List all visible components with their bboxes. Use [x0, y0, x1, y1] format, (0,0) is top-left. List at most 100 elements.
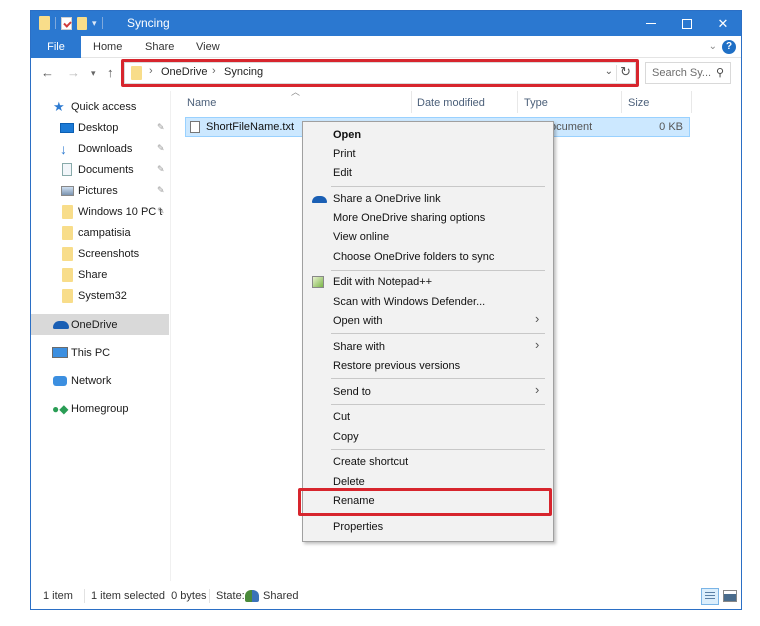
maximize-button[interactable] — [669, 11, 705, 36]
onedrive-cloud-icon — [53, 320, 69, 329]
new-folder-icon[interactable] — [77, 16, 87, 30]
navigation-pane: ★ Quick access Desktop ✎ ↓ Downloads ✎ D… — [31, 91, 171, 581]
sidebar-item-label: Downloads — [78, 142, 133, 155]
menu-separator — [331, 270, 545, 271]
sidebar-item-label: Network — [71, 374, 112, 387]
quick-access-toolbar: ▾ — [39, 16, 103, 30]
tab-home[interactable]: Home — [93, 36, 122, 58]
ribbon-tabs: File Home Share View ⌄ ? — [31, 36, 741, 58]
pin-icon[interactable]: ✎ — [157, 143, 165, 154]
menu-item-cut[interactable]: Cut — [333, 408, 543, 426]
search-input[interactable]: Search Sy... ⚲ — [645, 62, 731, 84]
pin-icon[interactable]: ✎ — [157, 164, 165, 175]
menu-item-open-with[interactable]: Open with — [333, 312, 543, 330]
expand-ribbon-icon[interactable]: ⌄ — [709, 41, 717, 52]
sidebar-item-campatisia[interactable]: campatisia — [31, 222, 169, 243]
folder-icon — [62, 246, 73, 261]
status-bar: 1 item 1 item selected 0 bytes State: Sh… — [31, 585, 741, 609]
menu-item-properties[interactable]: Properties — [333, 518, 543, 536]
sidebar-item-this-pc[interactable]: This PC — [31, 342, 169, 363]
column-divider[interactable] — [517, 91, 518, 113]
help-icon[interactable]: ? — [722, 40, 736, 54]
refresh-icon[interactable]: ↻ — [620, 64, 631, 80]
menu-item-share-with[interactable]: Share with — [333, 338, 543, 356]
network-icon — [53, 375, 67, 386]
divider — [616, 65, 617, 81]
sidebar-item-onedrive[interactable]: OneDrive — [31, 314, 169, 335]
pin-icon[interactable]: ✎ — [157, 185, 165, 196]
column-header-size[interactable]: Size — [628, 93, 649, 113]
breadcrumb-onedrive[interactable]: OneDrive — [161, 66, 207, 78]
column-header-type[interactable]: Type — [524, 93, 548, 113]
sidebar-item-label: System32 — [78, 289, 127, 302]
customize-toolbar-icon[interactable]: ▾ — [92, 18, 97, 29]
sidebar-item-system32[interactable]: System32 — [31, 285, 169, 306]
star-icon: ★ — [53, 98, 65, 114]
sidebar-item-pictures[interactable]: Pictures ✎ — [31, 180, 169, 201]
properties-icon[interactable] — [61, 16, 72, 30]
sidebar-item-documents[interactable]: Documents ✎ — [31, 159, 169, 180]
sidebar-item-windows-10-pc[interactable]: Windows 10 PC t ✎ — [31, 201, 169, 222]
sync-folder-icon — [62, 204, 73, 219]
divider — [55, 17, 56, 29]
navigation-bar: ← → ▾ ↑ › OneDrive › Syncing ⌄ ↻ Search … — [31, 59, 741, 87]
menu-separator — [331, 186, 545, 187]
recent-locations-icon[interactable]: ▾ — [91, 68, 96, 79]
sidebar-item-label: Screenshots — [78, 247, 140, 260]
back-button[interactable]: ← — [41, 65, 54, 80]
menu-item-open[interactable]: Open — [333, 126, 543, 144]
large-icons-view-button[interactable] — [723, 590, 737, 602]
menu-item-create-shortcut[interactable]: Create shortcut — [333, 453, 543, 471]
sidebar-item-label: OneDrive — [71, 318, 118, 331]
sidebar-item-screenshots[interactable]: Screenshots — [31, 243, 169, 264]
pin-icon[interactable]: ✎ — [157, 122, 165, 133]
tab-view[interactable]: View — [196, 36, 220, 58]
details-view-button[interactable] — [701, 588, 719, 605]
close-icon: ✕ — [717, 15, 729, 31]
notepad-plus-plus-icon — [312, 276, 324, 288]
search-icon[interactable]: ⚲ — [716, 66, 724, 79]
sidebar-item-label: Homegroup — [71, 402, 129, 415]
column-divider[interactable] — [411, 91, 412, 113]
menu-item-view-online[interactable]: View online — [333, 228, 543, 246]
menu-item-choose-onedrive-folders[interactable]: Choose OneDrive folders to sync — [333, 248, 543, 266]
breadcrumb-syncing[interactable]: Syncing — [224, 66, 263, 78]
download-icon: ↓ — [60, 140, 67, 157]
menu-item-edit-with-notepadpp[interactable]: Edit with Notepad++ — [333, 273, 543, 291]
menu-item-scan-windows-defender[interactable]: Scan with Windows Defender... — [333, 293, 543, 311]
column-header-date-modified[interactable]: Date modified — [417, 93, 485, 113]
file-size: 0 KB — [659, 121, 683, 133]
up-button[interactable]: ↑ — [107, 65, 114, 80]
forward-button[interactable]: → — [67, 65, 80, 80]
menu-item-restore-previous-versions[interactable]: Restore previous versions — [333, 357, 543, 375]
tab-file[interactable]: File — [31, 36, 81, 58]
close-button[interactable]: ✕ — [705, 11, 741, 36]
column-divider[interactable] — [691, 91, 692, 113]
menu-item-copy[interactable]: Copy — [333, 428, 543, 446]
sidebar-item-homegroup[interactable]: ●◆ Homegroup — [31, 398, 169, 419]
sidebar-item-share[interactable]: Share — [31, 264, 169, 285]
tab-share[interactable]: Share — [145, 36, 174, 58]
menu-item-print[interactable]: Print — [333, 145, 543, 163]
menu-item-edit[interactable]: Edit — [333, 164, 543, 182]
menu-item-send-to[interactable]: Send to — [333, 383, 543, 401]
minimize-button[interactable] — [633, 11, 669, 36]
sidebar-item-network[interactable]: Network — [31, 370, 169, 391]
menu-separator — [331, 378, 545, 379]
sidebar-item-label: This PC — [71, 346, 111, 359]
menu-item-more-onedrive-sharing[interactable]: More OneDrive sharing options — [333, 209, 543, 227]
sort-ascending-icon: ︿ — [291, 87, 301, 97]
column-divider[interactable] — [621, 91, 622, 113]
item-count: 1 item — [43, 590, 73, 602]
column-header-name[interactable]: Name — [187, 93, 216, 113]
menu-separator — [331, 514, 545, 515]
address-bar[interactable]: › OneDrive › Syncing ⌄ ↻ — [124, 62, 636, 84]
address-dropdown-icon[interactable]: ⌄ — [605, 66, 613, 77]
sidebar-item-quick-access[interactable]: ★ Quick access — [31, 96, 169, 117]
pin-icon[interactable]: ✎ — [157, 206, 165, 217]
menu-item-rename[interactable]: Rename — [333, 492, 543, 510]
menu-item-delete[interactable]: Delete — [333, 473, 543, 491]
sidebar-item-downloads[interactable]: ↓ Downloads ✎ — [31, 138, 169, 159]
sidebar-item-desktop[interactable]: Desktop ✎ — [31, 117, 169, 138]
menu-item-share-onedrive-link[interactable]: Share a OneDrive link — [333, 190, 543, 208]
